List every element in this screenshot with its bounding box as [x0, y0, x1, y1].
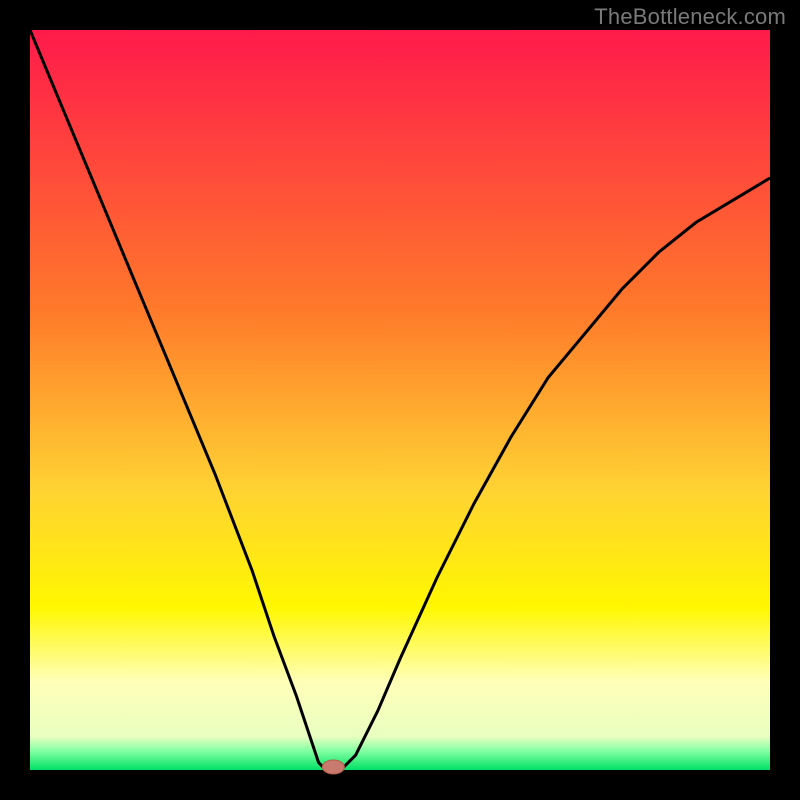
watermark-label: TheBottleneck.com: [594, 4, 786, 30]
optimal-point-marker: [322, 760, 344, 774]
chart-frame: { "watermark": "TheBottleneck.com", "col…: [0, 0, 800, 800]
bottleneck-chart: [0, 0, 800, 800]
